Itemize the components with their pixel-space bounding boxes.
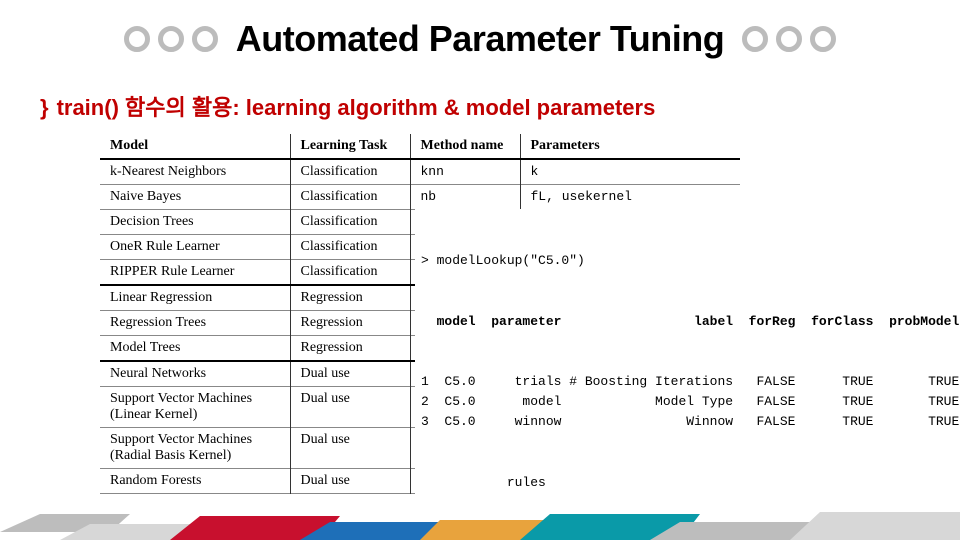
table-cell: Support Vector Machines (Linear Kernel) bbox=[100, 387, 290, 428]
table-cell: Model Trees bbox=[100, 336, 290, 362]
lookup-extra: rules bbox=[421, 473, 959, 493]
table-cell: Naive Bayes bbox=[100, 185, 290, 210]
table-cell: Classification bbox=[290, 185, 410, 210]
decor-rings-left bbox=[124, 26, 218, 52]
table-cell: Regression bbox=[290, 285, 410, 311]
table-cell: Dual use bbox=[290, 428, 410, 469]
table-header: Parameters bbox=[520, 134, 740, 159]
table-cell: Support Vector Machines (Radial Basis Ke… bbox=[100, 428, 290, 469]
table-cell: nb bbox=[410, 185, 520, 210]
table-cell: Linear Regression bbox=[100, 285, 290, 311]
table-cell: Dual use bbox=[290, 361, 410, 387]
table-cell: fL, usekernel bbox=[520, 185, 740, 210]
table-cell: Dual use bbox=[290, 469, 410, 494]
lookup-row: 1 C5.0 trials # Boosting Iterations FALS… bbox=[421, 372, 959, 392]
table-cell: Classification bbox=[290, 159, 410, 185]
table-cell: RIPPER Rule Learner bbox=[100, 260, 290, 286]
table-cell: Neural Networks bbox=[100, 361, 290, 387]
table-cell: Random Forests bbox=[100, 469, 290, 494]
table-cell: Decision Trees bbox=[100, 210, 290, 235]
table-header: Model bbox=[100, 134, 290, 159]
decor-rings-right bbox=[742, 26, 836, 52]
lookup-row: 2 C5.0 model Model Type FALSE TRUE TRUE bbox=[421, 392, 959, 412]
model-lookup-output: > modelLookup("C5.0") model parameter la… bbox=[415, 209, 960, 539]
lookup-header: model parameter label forReg forClass pr… bbox=[421, 312, 959, 332]
section-subtitle: train() 함수의 활용: learning algorithm & mod… bbox=[57, 90, 656, 122]
table-cell: Classification bbox=[290, 210, 410, 235]
table-cell: Regression bbox=[290, 336, 410, 362]
bullet-brace-icon: } bbox=[40, 97, 49, 119]
table-cell: Regression bbox=[290, 311, 410, 336]
page-title: Automated Parameter Tuning bbox=[236, 18, 724, 60]
table-cell: k bbox=[520, 159, 740, 185]
table-cell: OneR Rule Learner bbox=[100, 235, 290, 260]
table-header: Method name bbox=[410, 134, 520, 159]
lookup-call: > modelLookup("C5.0") bbox=[421, 251, 959, 271]
table-cell: Classification bbox=[290, 235, 410, 260]
table-header: Learning Task bbox=[290, 134, 410, 159]
table-cell: k-Nearest Neighbors bbox=[100, 159, 290, 185]
table-row: k-Nearest NeighborsClassificationknnk bbox=[100, 159, 740, 185]
table-cell: Regression Trees bbox=[100, 311, 290, 336]
lookup-row: 3 C5.0 winnow Winnow FALSE TRUE TRUE bbox=[421, 412, 959, 432]
table-cell: Dual use bbox=[290, 387, 410, 428]
table-cell: knn bbox=[410, 159, 520, 185]
table-cell: Classification bbox=[290, 260, 410, 286]
table-row: Naive BayesClassificationnbfL, usekernel bbox=[100, 185, 740, 210]
